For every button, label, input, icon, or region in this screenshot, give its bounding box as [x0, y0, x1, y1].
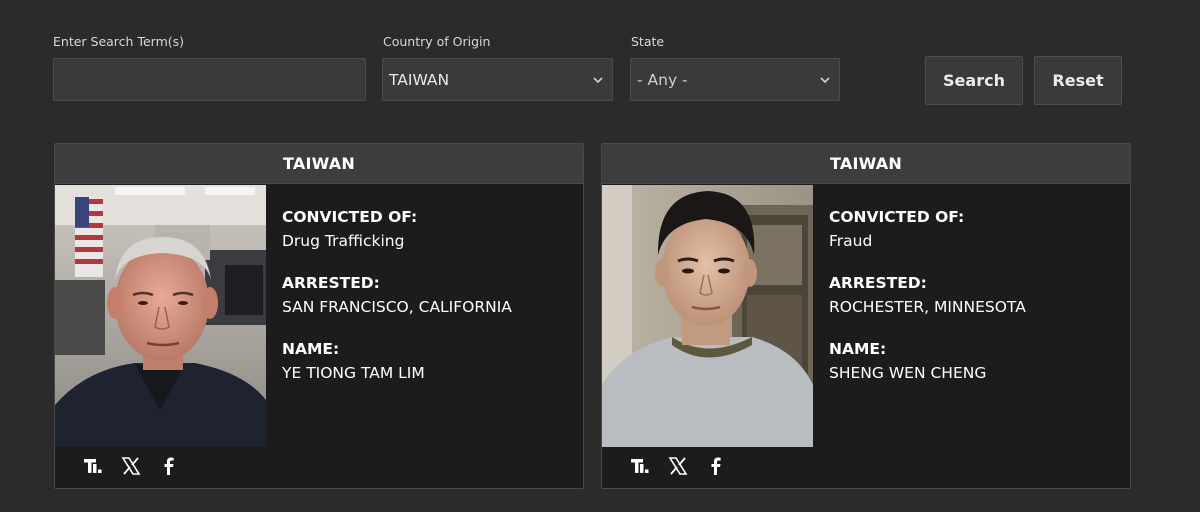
name-value: YE TIONG TAM LIM: [282, 364, 425, 382]
truth-social-icon[interactable]: [630, 456, 650, 476]
facebook-icon[interactable]: [159, 456, 179, 476]
search-button[interactable]: Search: [925, 56, 1023, 105]
truth-social-icon[interactable]: [83, 456, 103, 476]
arrested-value: SAN FRANCISCO, CALIFORNIA: [282, 298, 512, 316]
card-header: TAIWAN: [602, 144, 1130, 184]
name-value: SHENG WEN CHENG: [829, 364, 987, 382]
card-info: CONVICTED OF: Fraud ARRESTED: ROCHESTER,…: [829, 208, 1119, 406]
country-select-value: TAIWAN: [389, 70, 450, 89]
state-select-value: - Any -: [637, 70, 688, 89]
name-label: NAME:: [829, 340, 887, 358]
mugshot-photo: [602, 185, 813, 447]
country-select[interactable]: TAIWAN: [382, 58, 613, 101]
card-info: CONVICTED OF: Drug Trafficking ARRESTED:…: [282, 208, 572, 406]
card-header: TAIWAN: [55, 144, 583, 184]
reset-button[interactable]: Reset: [1034, 56, 1122, 105]
facebook-icon[interactable]: [706, 456, 726, 476]
state-select[interactable]: - Any -: [630, 58, 840, 101]
convicted-label: CONVICTED OF:: [829, 208, 965, 226]
search-label: Enter Search Term(s): [53, 34, 185, 49]
convicted-value: Drug Trafficking: [282, 232, 405, 250]
share-bar: [83, 456, 179, 476]
convicted-label: CONVICTED OF:: [282, 208, 418, 226]
chevron-down-icon: [593, 76, 603, 83]
page: Enter Search Term(s) Country of Origin T…: [0, 0, 1200, 512]
mugshot-photo: [55, 185, 266, 447]
name-label: NAME:: [282, 340, 340, 358]
result-card: TAIWAN: [54, 143, 584, 489]
result-card: TAIWAN: [601, 143, 1131, 489]
arrested-label: ARRESTED:: [829, 274, 927, 292]
search-input[interactable]: [53, 58, 366, 101]
convicted-value: Fraud: [829, 232, 873, 250]
country-label: Country of Origin: [383, 34, 491, 49]
x-icon[interactable]: [121, 456, 141, 476]
arrested-value: ROCHESTER, MINNESOTA: [829, 298, 1026, 316]
state-label: State: [631, 34, 665, 49]
share-bar: [630, 456, 726, 476]
arrested-label: ARRESTED:: [282, 274, 380, 292]
x-icon[interactable]: [668, 456, 688, 476]
chevron-down-icon: [820, 76, 830, 83]
